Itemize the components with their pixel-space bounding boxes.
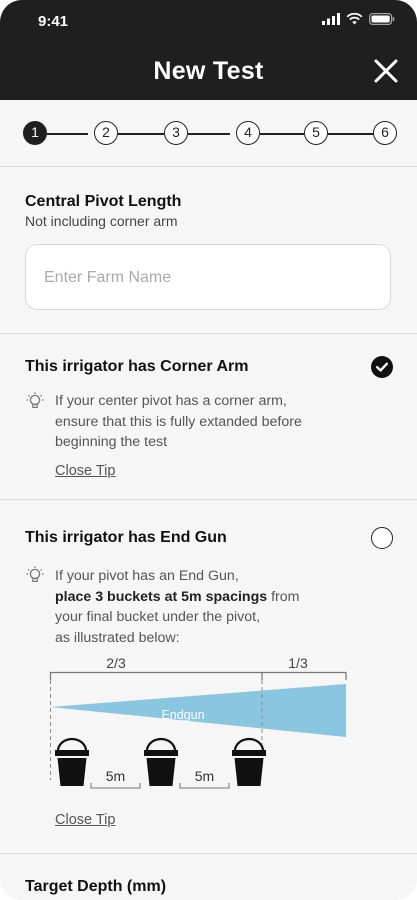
check-icon <box>376 362 388 372</box>
divider <box>0 499 417 500</box>
close-tip-link[interactable]: Close Tip <box>55 812 115 828</box>
spacing-label: 5m <box>106 768 125 784</box>
pivot-length-subtitle: Not including corner arm <box>25 213 178 229</box>
target-depth-title: Target Depth (mm) <box>25 878 167 895</box>
status-time: 9:41 <box>38 13 69 30</box>
corner-arm-title: This irrigator has Corner Arm <box>25 358 249 375</box>
tip-line: beginning the test <box>55 434 168 450</box>
wifi-icon <box>346 13 363 25</box>
pivot-length-title: Central Pivot Length <box>25 193 182 210</box>
status-icons <box>322 13 395 25</box>
fraction-left-label: 2/3 <box>106 655 126 671</box>
bucket-icon <box>55 737 89 786</box>
end-gun-title: This irrigator has End Gun <box>25 529 227 546</box>
tip-line: If your center pivot has a corner arm, <box>55 393 287 409</box>
close-tip-link[interactable]: Close Tip <box>55 463 115 479</box>
app-screen: 9:41 New Test 1 2 3 4 5 6 Central Pivot … <box>0 0 417 900</box>
step-progress: 1 2 3 4 5 6 <box>0 100 417 167</box>
fraction-bracket <box>49 671 347 680</box>
tip-line: your final bucket under the pivot, <box>55 609 261 625</box>
corner-arm-check[interactable] <box>371 356 393 378</box>
step-1[interactable]: 1 <box>23 121 47 145</box>
signal-icon <box>322 13 340 25</box>
tip-line: ensure that this is fully extanded befor… <box>55 413 302 430</box>
corner-arm-tip: If your center pivot has a corner arm, e… <box>55 391 385 453</box>
step-3[interactable]: 3 <box>164 121 188 145</box>
endgun-diagram: 2/3 1/3 Endgun 5m 5m <box>49 655 347 789</box>
step-connector <box>328 133 373 135</box>
step-connector <box>47 133 88 135</box>
bucket-icon <box>144 737 178 786</box>
end-gun-tip: If your pivot has an End Gun, place 3 bu… <box>55 566 385 648</box>
endgun-label: Endgun <box>161 708 204 722</box>
divider <box>0 853 417 854</box>
tip-text-rest: from <box>267 588 300 605</box>
step-connector <box>260 133 304 135</box>
tip-line: as illustrated below: <box>55 629 180 646</box>
lightbulb-icon <box>26 392 44 408</box>
divider <box>0 333 417 334</box>
tip-line: place 3 buckets at 5m spacings from <box>55 587 385 608</box>
step-connector <box>188 133 230 135</box>
header-bar: 9:41 New Test <box>0 0 417 100</box>
bucket-icon <box>232 737 266 786</box>
step-connector <box>118 133 164 135</box>
spacing-label: 5m <box>195 768 214 784</box>
step-6[interactable]: 6 <box>373 121 397 145</box>
farm-name-input[interactable]: Enter Farm Name <box>25 244 391 310</box>
tip-bold-text: place 3 buckets at 5m spacings <box>55 588 268 605</box>
close-icon <box>374 59 398 83</box>
close-button[interactable] <box>371 56 401 86</box>
tip-line: If your pivot has an End Gun, <box>55 568 239 584</box>
fraction-right-label: 1/3 <box>288 655 308 671</box>
step-5[interactable]: 5 <box>304 121 328 145</box>
page-title: New Test <box>153 57 264 85</box>
step-4[interactable]: 4 <box>236 121 260 145</box>
battery-icon <box>369 13 395 25</box>
lightbulb-icon <box>26 566 44 582</box>
end-gun-radio[interactable] <box>371 527 393 549</box>
step-2[interactable]: 2 <box>94 121 118 145</box>
